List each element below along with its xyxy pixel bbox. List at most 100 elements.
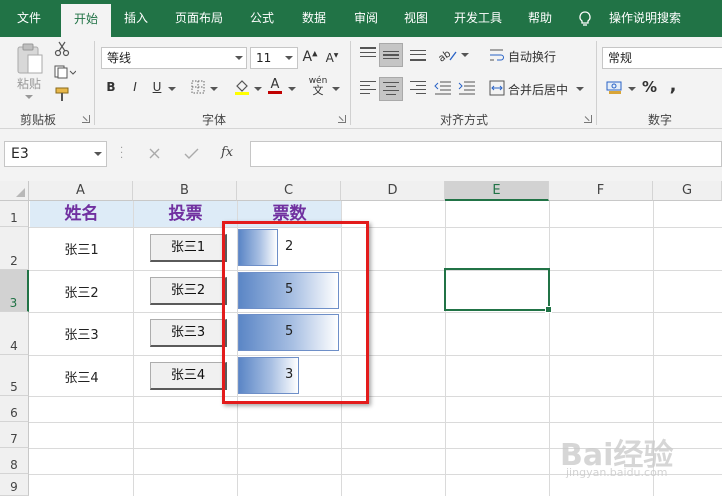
select-all-button[interactable] (0, 181, 29, 201)
clipboard-group-label: 剪贴板 (20, 113, 57, 127)
align-bottom-icon[interactable] (410, 47, 428, 61)
row-header-8[interactable]: 8 (0, 448, 29, 474)
vote-button[interactable]: 张三4 (150, 362, 227, 390)
cut-icon[interactable] (54, 41, 70, 57)
column-header-c[interactable]: C (237, 181, 341, 201)
font-name-dropdown[interactable]: 等线 (101, 47, 247, 69)
chevron-down-icon (168, 87, 176, 91)
alignment-launcher-icon[interactable] (584, 115, 592, 123)
cell-a4[interactable]: 张三3 (30, 324, 133, 343)
italic-button[interactable]: I (128, 80, 142, 94)
ribbon-separator (94, 41, 95, 125)
underline-button[interactable]: U (150, 80, 164, 94)
column-header-b[interactable]: B (133, 181, 237, 201)
paste-button[interactable]: 粘贴 (14, 75, 44, 92)
tab-data[interactable]: 数据 (292, 0, 336, 37)
fill-color-icon[interactable] (234, 78, 250, 96)
chevron-down-icon (285, 56, 293, 60)
decrease-indent-icon[interactable] (434, 80, 452, 96)
tab-home[interactable]: 开始 (61, 4, 111, 37)
shrink-font-icon[interactable]: A▼ (324, 51, 340, 65)
lightbulb-icon (579, 11, 591, 26)
increase-indent-icon[interactable] (458, 80, 476, 96)
merge-center-icon[interactable] (489, 80, 505, 96)
row-header-3[interactable]: 3 (0, 270, 29, 312)
formula-bar-grip-icon: · · · (120, 143, 124, 164)
tab-insert[interactable]: 插入 (113, 0, 159, 37)
format-painter-icon[interactable] (54, 87, 70, 103)
comma-style-button[interactable]: , (668, 75, 678, 96)
watermark-url: jingyan.baidu.com (566, 466, 668, 479)
vote-button[interactable]: 张三1 (150, 234, 227, 262)
merge-center-button[interactable]: 合并后居中 (508, 81, 574, 98)
row-header-1[interactable]: 1 (0, 201, 29, 227)
accounting-format-icon[interactable] (606, 79, 624, 95)
formula-bar: E3 · · · fx (0, 129, 722, 181)
chevron-down-icon (576, 87, 584, 91)
row-header-2[interactable]: 2 (0, 227, 29, 270)
tab-view[interactable]: 视图 (394, 0, 438, 37)
chevron-down-icon (332, 87, 340, 91)
tab-file[interactable]: 文件 (4, 0, 54, 37)
cell-a1[interactable]: 姓名 (30, 201, 133, 227)
chevron-down-icon (254, 87, 262, 91)
clipboard-launcher-icon[interactable] (82, 115, 90, 123)
row-header-5[interactable]: 5 (0, 355, 29, 396)
tab-review[interactable]: 审阅 (344, 0, 388, 37)
formula-input[interactable] (250, 141, 722, 167)
chevron-down-icon (461, 53, 469, 57)
tell-me-search[interactable]: 操作说明搜索 (600, 0, 690, 37)
row-header-7[interactable]: 7 (0, 422, 29, 448)
vote-button[interactable]: 张三3 (150, 319, 227, 347)
svg-text:ab: ab (437, 48, 454, 63)
align-left-icon[interactable] (360, 81, 378, 95)
vote-button[interactable]: 张三2 (150, 277, 227, 305)
chevron-down-icon (235, 56, 243, 60)
insert-function-button[interactable]: fx (221, 145, 233, 160)
name-box[interactable]: E3 (4, 141, 107, 167)
cell-a3[interactable]: 张三2 (30, 282, 133, 301)
alignment-group-label: 对齐方式 (440, 113, 489, 127)
paste-dropdown-icon[interactable] (25, 95, 33, 99)
percent-style-button[interactable]: % (642, 78, 657, 96)
chevron-down-icon[interactable] (94, 152, 102, 156)
wrap-text-icon[interactable] (489, 47, 505, 63)
column-header-g[interactable]: G (653, 181, 722, 201)
selected-cell-e3[interactable] (444, 268, 552, 313)
row-header-6[interactable]: 6 (0, 396, 29, 422)
column-header-d[interactable]: D (341, 181, 445, 201)
cell-a2[interactable]: 张三1 (30, 239, 133, 258)
tab-page-layout[interactable]: 页面布局 (166, 0, 232, 37)
borders-icon[interactable] (191, 80, 205, 94)
paste-icon[interactable] (14, 41, 46, 77)
number-format-dropdown[interactable]: 常规 (602, 47, 722, 69)
tab-help[interactable]: 帮助 (518, 0, 562, 37)
align-middle-icon (383, 49, 399, 61)
tab-developer[interactable]: 开发工具 (446, 0, 510, 37)
column-header-e[interactable]: E (445, 181, 549, 201)
font-color-icon[interactable]: A (268, 77, 282, 94)
font-launcher-icon[interactable] (338, 115, 346, 123)
phonetic-icon[interactable]: wén 文 (308, 77, 328, 97)
wrap-text-button[interactable]: 自动换行 (508, 48, 568, 65)
cell-a5[interactable]: 张三4 (30, 367, 133, 386)
align-right-icon[interactable] (410, 81, 428, 95)
cancel-icon[interactable] (148, 147, 161, 160)
font-group-label: 字体 (202, 113, 227, 127)
grow-font-icon[interactable]: A▲ (302, 49, 318, 65)
ribbon-separator (350, 41, 351, 125)
tab-formulas[interactable]: 公式 (240, 0, 284, 37)
enter-check-icon[interactable] (184, 147, 199, 160)
chevron-down-icon (210, 87, 218, 91)
row-header-9[interactable]: 9 (0, 474, 29, 496)
column-header-a[interactable]: A (29, 181, 133, 201)
copy-icon[interactable] (54, 65, 76, 79)
align-top-icon[interactable] (360, 47, 378, 61)
column-header-f[interactable]: F (549, 181, 653, 201)
row-header-4[interactable]: 4 (0, 312, 29, 355)
bold-button[interactable]: B (104, 80, 118, 94)
orientation-icon[interactable]: ab (436, 45, 458, 63)
menu-bar: 文件 开始 插入 页面布局 公式 数据 审阅 视图 开发工具 帮助 操作说明搜索 (0, 0, 722, 37)
number-group-label: 数字 (648, 113, 673, 127)
ribbon: 粘贴 剪贴板 等线 11 A▲ A▼ B I U A wén 文 字体 ab 自… (0, 37, 722, 129)
